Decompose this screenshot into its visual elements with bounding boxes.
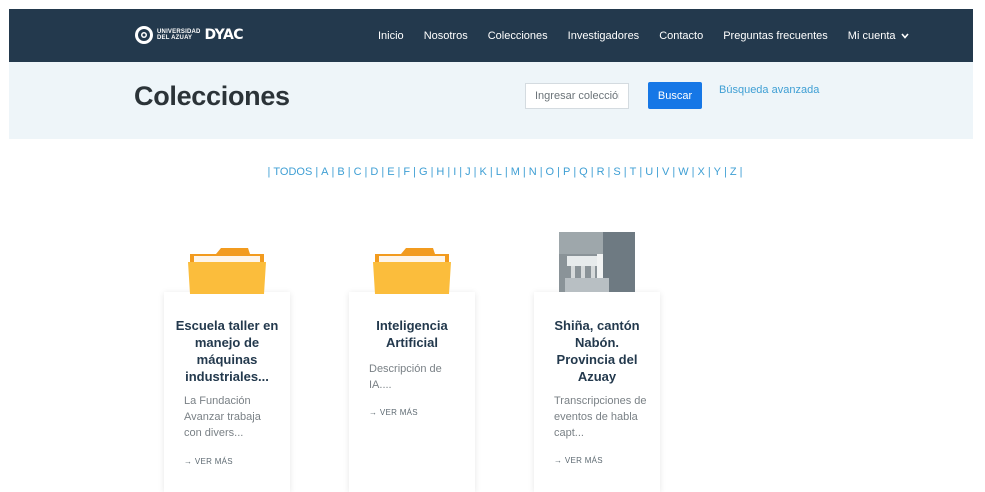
- card-title[interactable]: Shiña, cantón Nabón. Provincia del Azuay: [544, 317, 650, 385]
- main-nav: Inicio Nosotros Colecciones Investigador…: [378, 9, 909, 62]
- alphabet-separator: |: [739, 166, 743, 178]
- alphabet-letter-y[interactable]: Y: [714, 166, 721, 178]
- alphabet-letter-s[interactable]: S: [613, 166, 620, 178]
- advanced-search-link[interactable]: Búsqueda avanzada: [719, 84, 819, 96]
- alphabet-filter: | TODOS | A | B | C | D | E | F | G | H | I | J | K | L | M | N | O | P | Q…: [0, 166, 985, 178]
- alphabet-separator: |: [656, 166, 660, 178]
- collection-card[interactable]: Inteligencia Artificial Descripción de I…: [349, 248, 475, 492]
- alphabet-separator: |: [522, 166, 526, 178]
- alphabet-letter-k[interactable]: K: [480, 166, 487, 178]
- collection-card[interactable]: Escuela taller en manejo de máquinas ind…: [164, 248, 290, 492]
- alphabet-separator: |: [707, 166, 711, 178]
- alphabet-separator: |: [397, 166, 401, 178]
- alphabet-letter-x[interactable]: X: [697, 166, 704, 178]
- alphabet-separator: |: [691, 166, 695, 178]
- brand-university-text: UNIVERSIDAD DEL AZUAY: [157, 29, 201, 41]
- alphabet-separator: |: [331, 166, 335, 178]
- card-title[interactable]: Inteligencia Artificial: [359, 317, 465, 351]
- alphabet-letter-v[interactable]: V: [662, 166, 669, 178]
- card-description: Descripción de IA....: [369, 363, 442, 391]
- brand-logo[interactable]: UNIVERSIDAD DEL AZUAY DYAC: [135, 26, 244, 44]
- alphabet-letter-w[interactable]: W: [678, 166, 688, 178]
- alphabet-letter-c[interactable]: C: [354, 166, 362, 178]
- alphabet-separator: |: [724, 166, 727, 178]
- card-description: La Fundación Avanzar trabaja con divers.…: [184, 395, 261, 439]
- alphabet-letter-t[interactable]: T: [630, 166, 637, 178]
- card-title[interactable]: Escuela taller en manejo de máquinas ind…: [174, 317, 280, 385]
- card-description: Transcripciones de eventos de habla capt…: [554, 395, 647, 439]
- search-button[interactable]: Buscar: [648, 82, 702, 109]
- brand-line-2: DEL AZUAY: [157, 35, 193, 41]
- alphabet-separator: |: [381, 166, 385, 178]
- alphabet-separator: |: [413, 166, 416, 178]
- alphabet-separator: |: [430, 166, 434, 178]
- alphabet-letter-n[interactable]: N: [529, 166, 537, 178]
- alphabet-separator: |: [623, 166, 627, 178]
- brand-name: DYAC: [204, 27, 244, 43]
- alphabet-letter-i[interactable]: I: [453, 166, 456, 178]
- ver-mas-link[interactable]: → VER MÁS: [369, 408, 418, 417]
- alphabet-letter-m[interactable]: M: [511, 166, 520, 178]
- folder-icon: [373, 246, 451, 294]
- alphabet-separator: |: [557, 166, 560, 178]
- ver-mas-link[interactable]: → VER MÁS: [184, 457, 233, 466]
- alphabet-letter-b[interactable]: B: [337, 166, 344, 178]
- alphabet-separator: |: [473, 166, 477, 178]
- alphabet-letter-f[interactable]: F: [403, 166, 410, 178]
- alphabet-separator: |: [315, 166, 319, 178]
- alphabet-separator: |: [539, 166, 543, 178]
- alphabet-letter-r[interactable]: R: [597, 166, 605, 178]
- alphabet-letter-a[interactable]: A: [321, 166, 328, 178]
- alphabet-separator: |: [672, 166, 676, 178]
- alphabet-letter-q[interactable]: Q: [579, 166, 588, 178]
- alphabet-separator: |: [607, 166, 611, 178]
- alphabet-separator: |: [489, 166, 493, 178]
- alphabet-separator: |: [347, 166, 351, 178]
- nav-item-preguntas-frecuentes[interactable]: Preguntas frecuentes: [723, 30, 828, 42]
- nav-item-inicio[interactable]: Inicio: [378, 30, 404, 42]
- alphabet-letter-e[interactable]: E: [387, 166, 394, 178]
- nav-item-contacto[interactable]: Contacto: [659, 30, 703, 42]
- alphabet-separator: |: [573, 166, 577, 178]
- collection-card[interactable]: Shiña, cantón Nabón. Provincia del Azuay…: [534, 232, 660, 492]
- alphabet-letter-todos[interactable]: TODOS: [273, 166, 312, 178]
- ver-mas-link[interactable]: → VER MÁS: [554, 456, 603, 465]
- folder-icon: [188, 246, 266, 294]
- alphabet-letter-d[interactable]: D: [370, 166, 378, 178]
- alphabet-separator: |: [364, 166, 368, 178]
- nav-item-colecciones[interactable]: Colecciones: [488, 30, 548, 42]
- nav-item-investigadores[interactable]: Investigadores: [568, 30, 640, 42]
- alphabet-separator: |: [590, 166, 594, 178]
- alphabet-letter-z[interactable]: Z: [730, 166, 737, 178]
- university-seal-icon: [135, 26, 153, 44]
- photo-thumbnail: [559, 232, 635, 292]
- alphabet-letter-g[interactable]: G: [419, 166, 428, 178]
- alphabet-separator: |: [639, 166, 643, 178]
- alphabet-separator: |: [267, 166, 271, 178]
- nav-item-mi-cuenta[interactable]: Mi cuenta: [848, 30, 909, 42]
- alphabet-separator: |: [447, 166, 451, 178]
- alphabet-separator: |: [504, 166, 508, 178]
- chevron-down-icon: [900, 30, 909, 42]
- alphabet-letter-l[interactable]: L: [496, 166, 502, 178]
- page-title: Colecciones: [134, 81, 290, 111]
- top-navbar: UNIVERSIDAD DEL AZUAY DYAC Inicio Nosotr…: [9, 9, 973, 62]
- page-header: Colecciones Buscar Búsqueda avanzada: [9, 62, 973, 139]
- alphabet-letter-h[interactable]: H: [436, 166, 444, 178]
- alphabet-letter-o[interactable]: O: [546, 166, 555, 178]
- alphabet-letter-j[interactable]: J: [465, 166, 471, 178]
- nav-item-nosotros[interactable]: Nosotros: [424, 30, 468, 42]
- collection-search-input[interactable]: [525, 83, 629, 109]
- alphabet-separator: |: [459, 166, 463, 178]
- alphabet-letter-u[interactable]: U: [645, 166, 653, 178]
- account-label: Mi cuenta: [847, 29, 896, 42]
- alphabet-letter-p[interactable]: P: [563, 166, 570, 178]
